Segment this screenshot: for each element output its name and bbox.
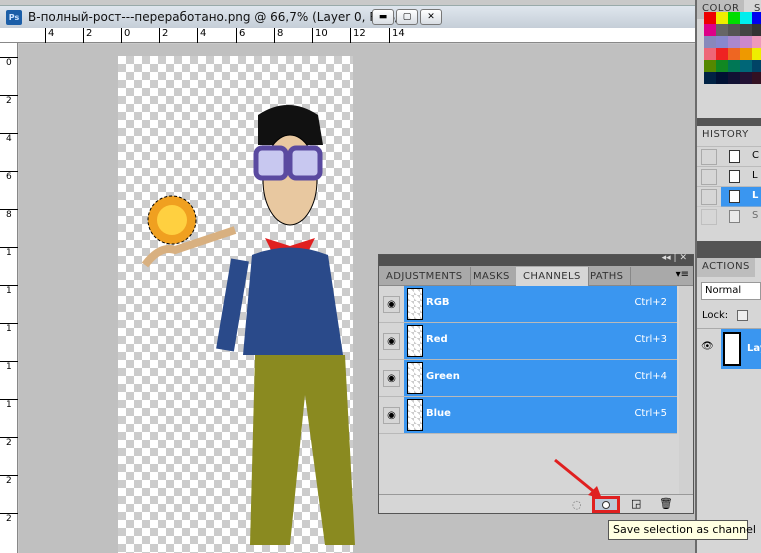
layer-thumbnail <box>723 332 741 366</box>
trash-icon[interactable]: 🗑 <box>659 497 673 510</box>
color-swatch[interactable] <box>716 36 728 48</box>
tab-adjustments[interactable]: ADJUSTMENTS <box>379 267 471 286</box>
tab-history[interactable]: HISTORY <box>697 126 754 145</box>
color-swatch[interactable] <box>704 36 716 48</box>
color-swatch[interactable] <box>740 48 752 60</box>
color-swatch[interactable] <box>716 24 728 36</box>
channel-row-red[interactable]: ◉ Red Ctrl+3 <box>379 323 677 360</box>
channel-name: Blue <box>426 408 451 419</box>
history-item[interactable]: L <box>697 166 761 186</box>
history-item-label: S <box>752 210 759 221</box>
tab-actions[interactable]: ACTIONS <box>697 258 755 277</box>
scrollbar[interactable] <box>679 286 693 494</box>
channel-shortcut: Ctrl+2 <box>634 297 667 308</box>
color-swatch[interactable] <box>752 48 761 60</box>
history-item-label: C <box>752 150 759 161</box>
swatch-grid[interactable] <box>704 12 761 87</box>
history-item-label: L <box>752 170 758 181</box>
channel-thumbnail <box>407 288 423 320</box>
color-swatch[interactable] <box>704 72 716 84</box>
channel-thumbnail <box>407 325 423 357</box>
eye-icon[interactable]: 👁 <box>701 341 714 352</box>
channel-name: Green <box>426 371 460 382</box>
channel-row-rgb[interactable]: ◉ RGB Ctrl+2 <box>379 286 677 323</box>
color-swatch[interactable] <box>728 72 740 84</box>
history-snapshot-icon <box>729 150 740 163</box>
eye-icon[interactable]: ◉ <box>383 407 400 424</box>
channel-shortcut: Ctrl+5 <box>634 408 667 419</box>
panel-menu-icon[interactable]: ▾≡ <box>676 269 689 280</box>
color-swatch[interactable] <box>740 60 752 72</box>
channel-name: Red <box>426 334 448 345</box>
channel-name: RGB <box>426 297 450 308</box>
channels-panel: ◂◂ | ✕ ADJUSTMENTS MASKS CHANNELS PATHS … <box>378 253 694 514</box>
color-swatch[interactable] <box>716 48 728 60</box>
history-panel: HISTORY C L L S <box>697 126 761 241</box>
history-item[interactable]: S <box>697 206 761 226</box>
tooltip: Save selection as channel <box>608 520 756 540</box>
layer-row[interactable]: 👁 Lay <box>697 328 761 369</box>
tab-channels[interactable]: CHANNELS <box>516 267 589 287</box>
color-swatch[interactable] <box>704 12 716 24</box>
history-snapshot-icon <box>729 170 740 183</box>
right-panel-dock: COLOR S HISTORY C L L S ACTIONS Normal L… <box>697 0 761 553</box>
color-swatch[interactable] <box>704 24 716 36</box>
layers-panel: ACTIONS Normal Lock: 👁 Lay <box>697 258 761 553</box>
panel-tabs: ADJUSTMENTS MASKS CHANNELS PATHS ▾≡ <box>379 266 693 287</box>
color-swatch[interactable] <box>716 72 728 84</box>
lock-label: Lock: <box>702 310 729 321</box>
color-swatch[interactable] <box>728 36 740 48</box>
color-swatch[interactable] <box>752 36 761 48</box>
color-swatch[interactable] <box>728 60 740 72</box>
eye-icon[interactable]: ◉ <box>383 296 400 313</box>
channel-row-green[interactable]: ◉ Green Ctrl+4 <box>379 360 677 397</box>
color-swatch[interactable] <box>728 48 740 60</box>
channel-thumbnail <box>407 399 423 431</box>
panel-header: ◂◂ | ✕ <box>379 253 693 266</box>
color-swatch[interactable] <box>740 24 752 36</box>
tab-paths[interactable]: PATHS <box>583 267 632 286</box>
history-item-selected[interactable]: L <box>697 186 761 207</box>
history-item-label: L <box>752 190 759 201</box>
channel-shortcut: Ctrl+3 <box>634 334 667 345</box>
channel-thumbnail <box>407 362 423 394</box>
history-snapshot-icon <box>729 190 740 203</box>
history-snapshot-icon <box>729 210 740 223</box>
tab-masks[interactable]: MASKS <box>466 267 518 286</box>
color-swatch[interactable] <box>740 72 752 84</box>
color-swatch[interactable] <box>728 24 740 36</box>
color-swatch[interactable] <box>716 60 728 72</box>
channel-shortcut: Ctrl+4 <box>634 371 667 382</box>
channel-row-blue[interactable]: ◉ Blue Ctrl+5 <box>379 397 677 434</box>
color-swatch[interactable] <box>740 12 752 24</box>
history-item[interactable]: C <box>697 146 761 166</box>
layer-name: Lay <box>747 343 761 354</box>
color-swatch[interactable] <box>704 60 716 72</box>
eye-icon[interactable]: ◉ <box>383 333 400 350</box>
panel-footer: ◌ ◲ 🗑 <box>379 494 693 514</box>
color-swatch[interactable] <box>740 36 752 48</box>
color-swatch[interactable] <box>752 24 761 36</box>
color-swatch[interactable] <box>704 48 716 60</box>
collapse-close-icons[interactable]: ◂◂ | ✕ <box>662 253 687 263</box>
color-swatch[interactable] <box>716 12 728 24</box>
color-panel: COLOR S <box>697 0 761 118</box>
color-swatch[interactable] <box>752 12 761 24</box>
color-swatch[interactable] <box>728 12 740 24</box>
eye-icon[interactable]: ◉ <box>383 370 400 387</box>
color-swatch[interactable] <box>752 72 761 84</box>
blend-mode-select[interactable]: Normal <box>701 282 761 300</box>
red-arrow-annotation <box>554 458 602 499</box>
color-swatch[interactable] <box>752 60 761 72</box>
lock-transparency-icon[interactable] <box>737 310 748 321</box>
new-channel-icon[interactable]: ◲ <box>631 497 641 510</box>
